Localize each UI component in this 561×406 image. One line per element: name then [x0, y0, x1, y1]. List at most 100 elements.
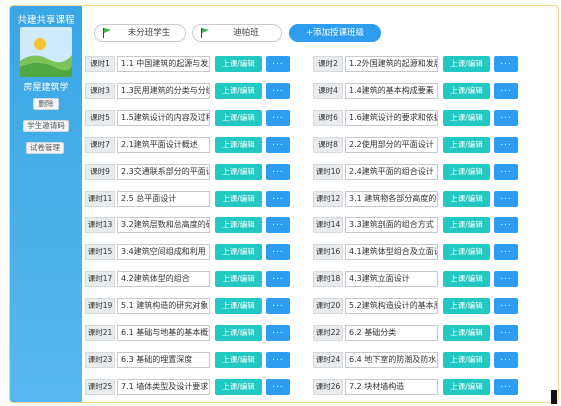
lesson-edit-button[interactable]: 上课/编辑 [443, 325, 490, 341]
lesson-title-field[interactable]: 4.2建筑体型的组合 [117, 271, 210, 288]
tab-class[interactable]: 迪帕班 [192, 24, 282, 42]
lesson-edit-button[interactable]: 上课/编辑 [443, 351, 490, 368]
exam-management-button[interactable]: 试卷管理 [26, 142, 64, 154]
lesson-edit-button[interactable]: 上课/编辑 [443, 56, 490, 72]
lesson-more-button[interactable]: ... [494, 351, 518, 368]
lesson-edit-button[interactable]: 上课/编辑 [215, 56, 262, 72]
lesson-more-button[interactable]: ... [494, 298, 518, 315]
lesson-more-button[interactable]: ... [266, 56, 290, 72]
lesson-title-field[interactable]: 5.2建筑构造设计的基本原则 [345, 298, 438, 315]
lesson-edit-button[interactable]: 上课/编辑 [215, 325, 262, 341]
lesson-tag: 课时18 [313, 271, 343, 288]
lesson-title-field[interactable]: 6.1 基础与地基的基本概念 [117, 325, 210, 341]
scrollbar-thumb[interactable] [551, 390, 557, 404]
lesson-row: 课时26 7.2 块材墙构造 上课/编辑... [313, 378, 519, 395]
lesson-more-button[interactable]: ... [494, 56, 518, 72]
lesson-title-field[interactable]: 1.3民用建筑的分类与分级 [117, 82, 210, 99]
lesson-edit-button[interactable]: 上课/编辑 [443, 271, 490, 288]
lesson-edit-button[interactable]: 上课/编辑 [443, 378, 490, 395]
lesson-row: 课时17 4.2建筑体型的组合 上课/编辑... [85, 271, 291, 288]
lesson-row: 课时14 3.3建筑剖面的组合方式 上课/编辑... [313, 217, 519, 234]
lesson-edit-button[interactable]: 上课/编辑 [215, 244, 262, 261]
lesson-title-field[interactable]: 1.1 中国建筑的起源与发展 [117, 56, 210, 72]
lesson-more-button[interactable]: ... [494, 271, 518, 288]
lesson-more-button[interactable]: ... [494, 244, 518, 261]
lesson-title-field[interactable]: 2.1建筑平面设计概述 [117, 136, 210, 153]
lesson-edit-button[interactable]: 上课/编辑 [443, 82, 490, 99]
lesson-row: 课时92.3交通联系部分的平面设计上课/编辑... [85, 163, 291, 180]
lesson-edit-button[interactable]: 上课/编辑 [443, 244, 490, 261]
lesson-edit-button[interactable]: 上课/编辑 [215, 82, 262, 99]
add-class-button[interactable]: +添加授课班级 [289, 24, 381, 42]
lesson-title-field[interactable]: 4.1建筑体型组合及立面设计 [345, 244, 438, 261]
lesson-more-button[interactable]: ... [494, 82, 518, 99]
lesson-title-field[interactable]: 2.4建筑平面的组合设计 [345, 163, 438, 180]
lesson-edit-button[interactable]: 上课/编辑 [215, 190, 262, 207]
lesson-more-button[interactable]: ... [266, 217, 290, 234]
tab-unassigned-students[interactable]: 未分班学生 [94, 24, 186, 42]
lesson-row: 课时24 6.4 地下室的防潮及防水 上课/编辑... [313, 351, 519, 368]
lesson-row: 课时15 3.4建筑空间组成和利用 上课/编辑... [85, 244, 291, 261]
lesson-edit-button[interactable]: 上课/编辑 [215, 163, 262, 180]
lesson-tag: 课时15 [85, 244, 115, 261]
lesson-more-button[interactable]: ... [266, 325, 290, 341]
lesson-row: 课时133.2建筑层数和总高度的确定上课/编辑... [85, 217, 291, 234]
lesson-title-field[interactable]: 2.2使用部分的平面设计 [345, 136, 438, 153]
lesson-edit-button[interactable]: 上课/编辑 [443, 217, 490, 234]
lesson-title-field[interactable]: 6.4 地下室的防潮及防水 [345, 351, 438, 368]
lesson-edit-button[interactable]: 上课/编辑 [215, 271, 262, 288]
lesson-row: 课时8 2.2使用部分的平面设计 上课/编辑... [313, 136, 519, 153]
lesson-title-field[interactable]: 4.3建筑立面设计 [345, 271, 438, 288]
lesson-title-field[interactable]: 6.2 基础分类 [345, 325, 438, 341]
course-thumbnail[interactable] [20, 27, 72, 77]
lesson-more-button[interactable]: ... [494, 217, 518, 234]
lesson-title-field[interactable]: 3.2建筑层数和总高度的确定 [117, 217, 210, 234]
lesson-more-button[interactable]: ... [266, 298, 290, 315]
lesson-edit-button[interactable]: 上课/编辑 [215, 298, 262, 315]
lesson-title-field[interactable]: 1.5建筑设计的内容及过程 [117, 109, 210, 126]
lesson-more-button[interactable]: ... [266, 378, 290, 395]
lesson-title-field[interactable]: 3.1 建筑物各部分高度的确定 [345, 190, 438, 207]
lesson-more-button[interactable]: ... [494, 325, 518, 341]
lesson-title-field[interactable]: 2.3交通联系部分的平面设计 [117, 163, 210, 180]
student-invite-code-button[interactable]: 学生邀请码 [23, 120, 69, 132]
lesson-edit-button[interactable]: 上课/编辑 [443, 163, 490, 180]
lesson-more-button[interactable]: ... [494, 378, 518, 395]
lesson-title-field[interactable]: 5.1 建筑构造的研究对象 [117, 298, 210, 315]
lesson-more-button[interactable]: ... [266, 136, 290, 153]
lesson-edit-button[interactable]: 上课/编辑 [215, 136, 262, 153]
lesson-edit-button[interactable]: 上课/编辑 [443, 190, 490, 207]
lesson-title-field[interactable]: 3.4建筑空间组成和利用 [117, 244, 210, 261]
course-name: 房屋建筑学 [23, 83, 69, 93]
lesson-more-button[interactable]: ... [266, 244, 290, 261]
lesson-more-button[interactable]: ... [494, 136, 518, 153]
lesson-more-button[interactable]: ... [266, 190, 290, 207]
lesson-more-button[interactable]: ... [266, 163, 290, 180]
lesson-edit-button[interactable]: 上课/编辑 [215, 351, 262, 368]
lesson-edit-button[interactable]: 上课/编辑 [443, 109, 490, 126]
lesson-more-button[interactable]: ... [494, 190, 518, 207]
lesson-edit-button[interactable]: 上课/编辑 [443, 136, 490, 153]
lesson-more-button[interactable]: ... [266, 82, 290, 99]
lesson-title-field[interactable]: 1.2外国建筑的起源和发展 [345, 56, 438, 72]
lesson-more-button[interactable]: ... [266, 351, 290, 368]
lesson-title-field[interactable]: 6.3 基础的埋置深度 [117, 351, 210, 368]
lesson-title-field[interactable]: 3.3建筑剖面的组合方式 [345, 217, 438, 234]
lesson-more-button[interactable]: ... [266, 109, 290, 126]
lesson-tag: 课时6 [313, 109, 343, 126]
lesson-title-field[interactable]: 7.1 墙体类型及设计要求 [117, 378, 210, 395]
lesson-edit-button[interactable]: 上课/编辑 [215, 217, 262, 234]
lesson-more-button[interactable]: ... [494, 163, 518, 180]
lesson-tag: 课时21 [85, 325, 115, 341]
lesson-more-button[interactable]: ... [494, 109, 518, 126]
delete-button[interactable]: 删除 [33, 98, 59, 110]
lesson-edit-button[interactable]: 上课/编辑 [215, 109, 262, 126]
lesson-title-field[interactable]: 2.5 总平面设计 [117, 190, 210, 207]
lesson-title-field[interactable]: 7.2 块材墙构造 [345, 378, 438, 395]
lesson-edit-button[interactable]: 上课/编辑 [443, 298, 490, 315]
lesson-tag: 课时9 [85, 163, 115, 180]
lesson-edit-button[interactable]: 上课/编辑 [215, 378, 262, 395]
lesson-more-button[interactable]: ... [266, 271, 290, 288]
lesson-title-field[interactable]: 1.6建筑设计的要求和依据 [345, 109, 438, 126]
lesson-title-field[interactable]: 1.4建筑的基本构成要素 [345, 82, 438, 99]
